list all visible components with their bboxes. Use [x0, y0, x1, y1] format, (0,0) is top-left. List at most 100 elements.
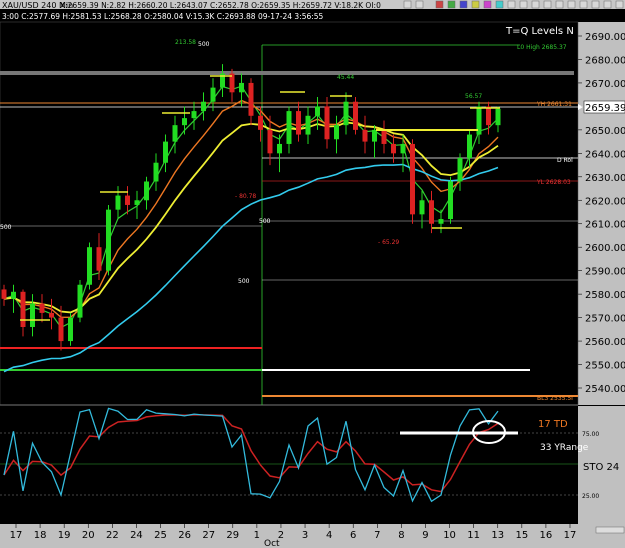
price-tick-label: 2550.00 — [585, 361, 625, 372]
tq-levels-label: T=Q Levels N — [505, 26, 574, 37]
toolbar-icon-2[interactable] — [447, 0, 456, 9]
date-tick-label: 9 — [422, 530, 428, 541]
toolbar-icon-9[interactable] — [531, 0, 540, 9]
candle-body — [239, 82, 244, 93]
candle-body — [429, 200, 434, 224]
candle-body — [400, 143, 406, 154]
lo-high-band — [0, 71, 574, 75]
price-tick-label: 2620.00 — [585, 196, 625, 207]
candle-body — [11, 291, 16, 299]
toolbar-icon-6[interactable] — [495, 0, 504, 9]
candle-body — [125, 195, 130, 205]
date-tick-label: 24 — [130, 530, 143, 541]
candle-body — [68, 317, 73, 342]
candle-body — [210, 87, 216, 102]
date-tick-label: 6 — [350, 530, 356, 541]
candle-body — [267, 129, 273, 154]
date-tick-label: 11 — [467, 530, 480, 541]
date-tick-label: 19 — [58, 530, 71, 541]
candle-body — [334, 125, 339, 140]
candle-body — [191, 111, 197, 119]
candle-body — [324, 106, 330, 140]
price-tick-label: 2690.00 — [585, 32, 625, 43]
date-tick-label: 17 — [10, 530, 23, 541]
candle-body — [96, 247, 102, 271]
candle-body — [343, 101, 349, 126]
price-tick-label: 2680.00 — [585, 55, 625, 66]
candle-body — [362, 129, 368, 142]
candle-body — [467, 134, 472, 159]
candle-body — [20, 291, 26, 327]
date-tick-label: 13 — [491, 530, 504, 541]
yrange-label: 33 YRange — [540, 443, 589, 453]
date-tick-label: 3 — [302, 530, 308, 541]
marker-500-a: 500 — [198, 41, 210, 48]
candle-body — [410, 143, 415, 215]
candle-body — [77, 284, 83, 318]
price-tick-label: 2560.00 — [585, 337, 625, 348]
price-tick-label: 2650.00 — [585, 126, 625, 137]
candle-body — [106, 209, 111, 271]
toolbar-icon-1[interactable] — [435, 0, 444, 9]
candle-body — [448, 181, 453, 220]
toolbar-icon-8[interactable] — [519, 0, 528, 9]
toolbar-icon-11[interactable] — [555, 0, 564, 9]
price-tick-label: 2590.00 — [585, 267, 625, 278]
toolbar-icon-12[interactable] — [567, 0, 576, 9]
candle-body — [277, 143, 282, 154]
value-4544-label: 45.44 — [337, 74, 354, 81]
candle-body — [419, 200, 425, 215]
price-tick-label: 2610.00 — [585, 220, 625, 231]
osc-25-value: 25.00 — [582, 493, 599, 500]
sto-label: STO 24 — [583, 462, 619, 473]
candle-body — [163, 141, 168, 163]
candle-body — [87, 247, 92, 285]
date-tick-label: 4 — [326, 530, 332, 541]
toolbar-icon-14[interactable] — [591, 0, 600, 9]
candle-body — [144, 181, 149, 201]
date-tick-label: 29 — [226, 530, 239, 541]
candle-body — [305, 115, 311, 135]
lo-high-label: L0 High 2685.37 — [517, 44, 567, 51]
current-price-value: 2659.39 — [585, 103, 625, 114]
toolbar-icon-7[interactable] — [507, 0, 516, 9]
close-icon[interactable] — [615, 0, 624, 9]
price-tick-label: 2540.00 — [585, 384, 625, 395]
date-tick-label: 22 — [106, 530, 119, 541]
value-6529-label: - 65.29 — [378, 239, 399, 246]
candle-body — [391, 143, 396, 154]
toolbar-icon-10[interactable] — [543, 0, 552, 9]
scroll-box-icon[interactable] — [595, 526, 625, 534]
value-5657-label: 56.57 — [465, 93, 482, 100]
candle-body — [182, 118, 187, 126]
date-tick-label: 7 — [374, 530, 380, 541]
date-tick-label: 25 — [154, 530, 167, 541]
restore-icon[interactable] — [415, 0, 424, 9]
price-tick-label: 2570.00 — [585, 314, 625, 325]
candle-body — [134, 200, 140, 205]
oscillator-panel — [0, 406, 578, 524]
toolbar-icon-15[interactable] — [603, 0, 612, 9]
minimize-icon[interactable] — [403, 0, 412, 9]
candle-body — [286, 111, 292, 144]
trading-chart[interactable]: XAU/USD 240 Min X:2659.39 N:2.82 H:2660.… — [0, 0, 625, 548]
candle-body — [1, 289, 7, 299]
toolbar-icon-5[interactable] — [483, 0, 492, 9]
candle-body — [201, 101, 206, 112]
date-tick-label: 16 — [540, 530, 553, 541]
candle-body — [296, 111, 301, 135]
value-8078-label: - 80.78 — [235, 193, 256, 200]
candle-body — [39, 303, 45, 313]
toolbar-icon-13[interactable] — [579, 0, 588, 9]
month-label: Oct — [264, 539, 280, 548]
candle-body — [353, 101, 358, 130]
price-tick-label: 2600.00 — [585, 243, 625, 254]
osc-75-value: 75.00 — [582, 431, 599, 438]
date-tick-label: 26 — [178, 530, 191, 541]
toolbar-icon-3[interactable] — [459, 0, 468, 9]
toolbar-icon-4[interactable] — [471, 0, 480, 9]
candle-body — [381, 129, 387, 144]
candle-body — [115, 195, 121, 210]
yl-label: YL 2628.03 — [536, 179, 571, 186]
candle-body — [172, 125, 178, 142]
